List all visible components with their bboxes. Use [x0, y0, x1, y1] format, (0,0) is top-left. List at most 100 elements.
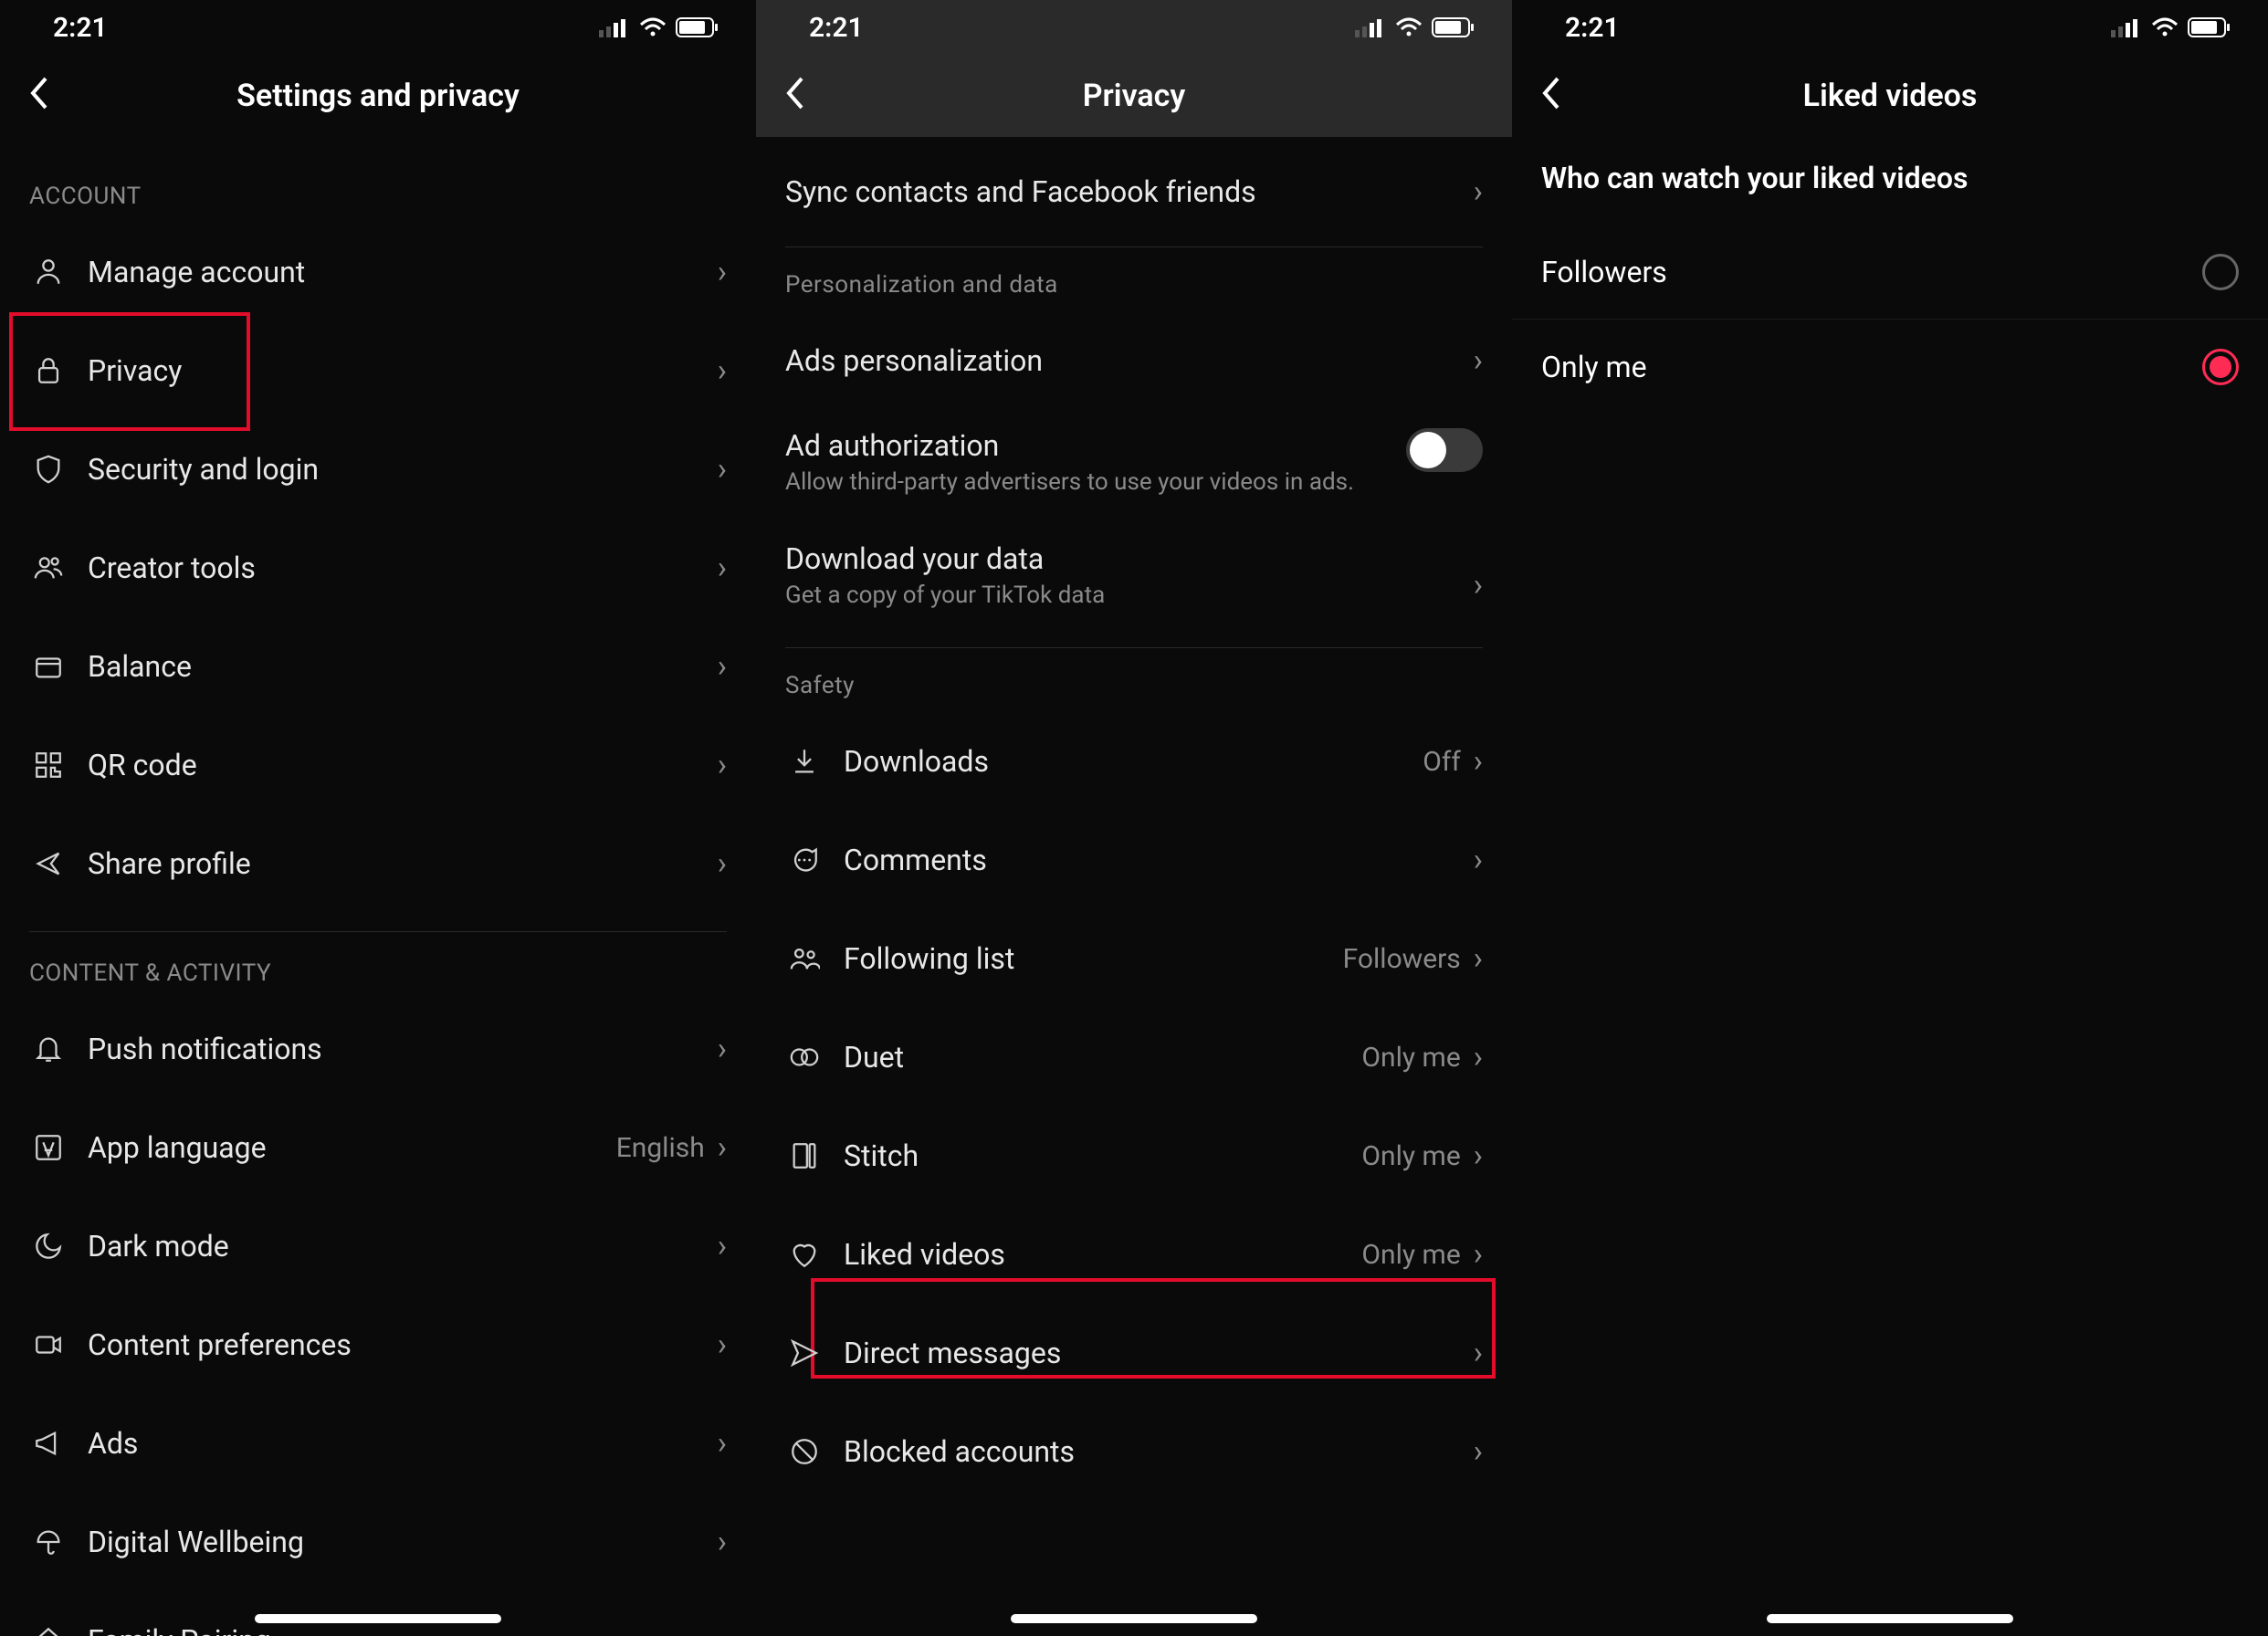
megaphone-icon [29, 1424, 68, 1463]
row-qr[interactable]: QR code › [0, 716, 756, 814]
chevron-left-icon [1539, 75, 1563, 111]
row-creator-tools[interactable]: Creator tools › [0, 519, 756, 617]
row-ad-authorization[interactable]: Ad authorization Allow third-party adver… [756, 410, 1512, 519]
back-button[interactable] [27, 75, 51, 118]
row-label: Liked videos [844, 1237, 1361, 1272]
row-push[interactable]: Push notifications › [0, 1000, 756, 1098]
row-comments[interactable]: Comments › [756, 811, 1512, 909]
row-value: Only me [1361, 1239, 1460, 1271]
umbrella-icon [29, 1523, 68, 1561]
chevron-right-icon: › [718, 1524, 727, 1560]
row-ads-personalization[interactable]: Ads personalization › [756, 311, 1512, 410]
chevron-right-icon: › [1474, 173, 1483, 210]
row-balance[interactable]: Balance › [0, 617, 756, 716]
chevron-right-icon: › [718, 1425, 727, 1462]
home-indicator[interactable] [1011, 1614, 1257, 1623]
chevron-right-icon: › [1474, 743, 1483, 780]
row-subtitle: Allow third-party advertisers to use you… [785, 468, 1406, 496]
row-label: Share profile [88, 846, 718, 881]
row-security[interactable]: Security and login › [0, 420, 756, 519]
qr-icon [29, 746, 68, 784]
row-ads[interactable]: Ads › [0, 1394, 756, 1493]
radio-unselected[interactable] [2202, 254, 2239, 290]
home-indicator[interactable] [255, 1614, 501, 1623]
row-manage-account[interactable]: Manage account › [0, 223, 756, 321]
row-content-pref[interactable]: Content preferences › [0, 1295, 756, 1394]
row-wellbeing[interactable]: Digital Wellbeing › [0, 1493, 756, 1591]
status-bar: 2:21 [1512, 0, 2268, 55]
chevron-right-icon: › [718, 747, 727, 783]
option-label: Only me [1541, 350, 1647, 384]
row-value: Only me [1361, 1042, 1460, 1074]
row-blocked[interactable]: Blocked accounts › [756, 1402, 1512, 1501]
screen-liked-videos: 2:21 Liked videos Who can watch your lik… [1512, 0, 2268, 1636]
navbar: Privacy [756, 55, 1512, 137]
row-liked[interactable]: Liked videos Only me › [756, 1205, 1512, 1304]
battery-icon [2188, 16, 2231, 38]
people-icon [29, 549, 68, 587]
chevron-right-icon: › [1474, 1335, 1483, 1371]
row-following[interactable]: Following list Followers › [756, 909, 1512, 1008]
share-icon [29, 844, 68, 883]
signal-icon [2111, 17, 2142, 37]
status-icons [599, 16, 719, 38]
chevron-right-icon: › [1474, 342, 1483, 379]
chevron-right-icon: › [1474, 567, 1483, 603]
row-label: Content preferences [88, 1327, 718, 1362]
row-sync[interactable]: Sync contacts and Facebook friends › [756, 137, 1512, 246]
back-button[interactable] [783, 75, 807, 118]
navbar: Liked videos [1512, 55, 2268, 137]
screen-privacy: 2:21 Privacy Sync contacts and Facebook … [756, 0, 1512, 1636]
chevron-right-icon: › [718, 1228, 727, 1264]
download-icon [785, 742, 824, 781]
row-label: Duet [844, 1040, 1361, 1075]
chevron-right-icon: › [718, 845, 727, 882]
chevron-right-icon: › [1474, 1236, 1483, 1273]
row-label: QR code [88, 748, 718, 782]
wifi-icon [2151, 17, 2179, 37]
row-dark[interactable]: Dark mode › [0, 1197, 756, 1295]
comment-icon [785, 841, 824, 879]
section-header-safety: Safety [756, 666, 1512, 712]
row-label: Balance [88, 649, 718, 684]
bell-icon [29, 1030, 68, 1068]
row-download-data[interactable]: Download your data Get a copy of your Ti… [756, 519, 1512, 629]
row-privacy[interactable]: Privacy › [0, 321, 756, 420]
row-share[interactable]: Share profile › [0, 814, 756, 913]
status-bar: 2:21 [0, 0, 756, 55]
row-subtitle: Get a copy of your TikTok data [785, 582, 1474, 609]
home-indicator[interactable] [1767, 1614, 2013, 1623]
duet-icon [785, 1038, 824, 1076]
row-stitch[interactable]: Stitch Only me › [756, 1106, 1512, 1205]
battery-icon [676, 16, 719, 38]
page-title: Privacy [756, 78, 1512, 114]
chevron-right-icon: › [1474, 1433, 1483, 1470]
row-label: Privacy [88, 353, 718, 388]
toggle-ad-auth[interactable] [1406, 428, 1483, 472]
chevron-right-icon: › [718, 1622, 727, 1636]
option-followers[interactable]: Followers [1512, 225, 2268, 320]
row-value: English [616, 1132, 705, 1164]
row-duet[interactable]: Duet Only me › [756, 1008, 1512, 1106]
row-language[interactable]: App language English › [0, 1098, 756, 1197]
chevron-right-icon: › [1474, 842, 1483, 878]
divider [29, 931, 727, 932]
chevron-right-icon: › [718, 1129, 727, 1166]
back-button[interactable] [1539, 75, 1563, 118]
row-value: Only me [1361, 1140, 1460, 1172]
row-label: Ads personalization [785, 343, 1474, 378]
option-label: Followers [1541, 255, 1667, 289]
row-label: Ads [88, 1426, 718, 1461]
row-label: Security and login [88, 452, 718, 487]
wallet-icon [29, 647, 68, 686]
wifi-icon [1395, 17, 1423, 37]
row-label: Blocked accounts [844, 1434, 1474, 1469]
battery-icon [1432, 16, 1475, 38]
option-onlyme[interactable]: Only me [1512, 320, 2268, 414]
row-downloads[interactable]: Downloads Off › [756, 712, 1512, 811]
radio-selected[interactable] [2202, 349, 2239, 385]
chevron-right-icon: › [718, 352, 727, 389]
stitch-icon [785, 1137, 824, 1175]
signal-icon [599, 17, 630, 37]
row-dm[interactable]: Direct messages › [756, 1304, 1512, 1402]
